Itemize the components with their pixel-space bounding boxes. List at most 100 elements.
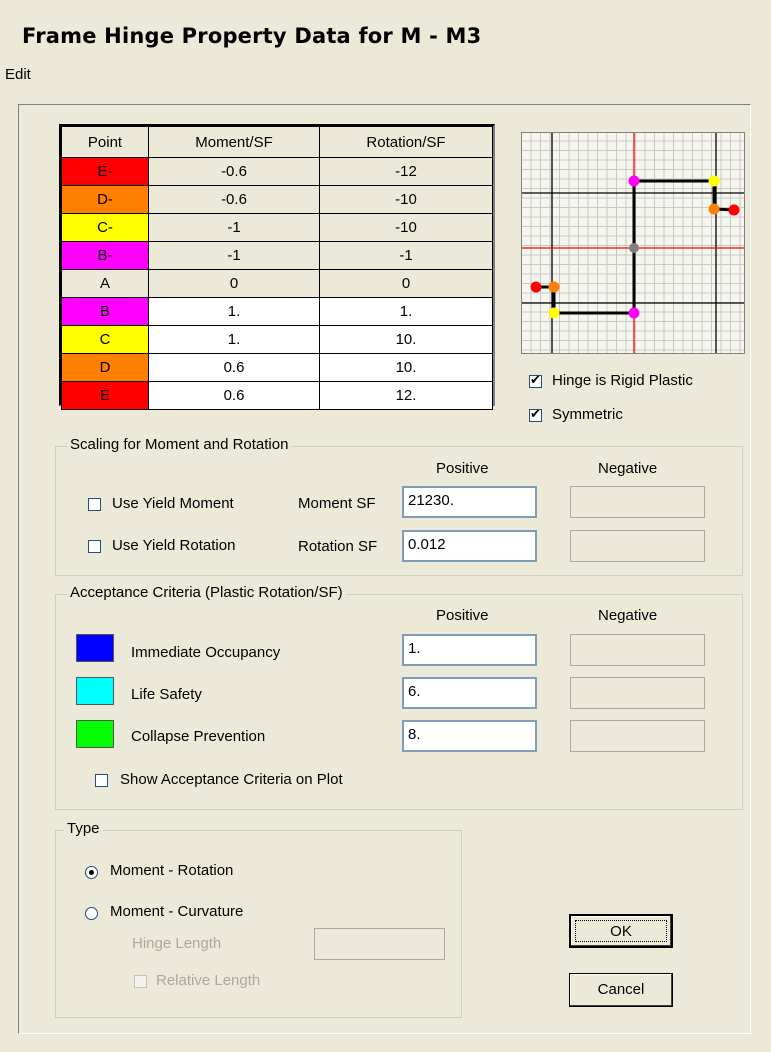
table-row[interactable]: C- -1 -10 [61, 213, 493, 242]
moment-cell[interactable]: -0.6 [148, 157, 320, 186]
point-cell[interactable]: B [61, 297, 149, 326]
point-d [708, 203, 720, 215]
moment-sf-negative-field [570, 486, 705, 518]
moment-cell[interactable]: -1 [148, 213, 320, 242]
rotation-sf-field[interactable]: 0.012 [402, 530, 537, 562]
rotation-sf-negative-field [570, 530, 705, 562]
hinge-points-table[interactable]: Point Moment/SF Rotation/SF E- -0.6 -12 D- -… [59, 124, 495, 410]
life-safety-field[interactable]: 6. [402, 677, 537, 709]
relative-length-label: Relative Length [156, 972, 261, 989]
table-row[interactable]: E 0.6 12. [61, 381, 493, 410]
moment-cell[interactable]: 1. [148, 325, 320, 354]
acceptance-group-title: Acceptance Criteria (Plastic Rotation/SF… [67, 584, 346, 601]
show-acceptance-checkbox[interactable] [95, 774, 108, 787]
table-row[interactable]: B 1. 1. [61, 297, 493, 326]
type-group-title: Type [64, 820, 103, 837]
moment-curvature-radio[interactable] [85, 907, 98, 920]
hinge-plot [521, 132, 745, 354]
point-e-neg [530, 281, 542, 293]
rotation-cell[interactable]: 12. [319, 381, 493, 410]
immediate-occupancy-color-swatch[interactable] [76, 634, 114, 662]
point-cell[interactable]: E [61, 381, 149, 410]
relative-length-checkbox [134, 975, 147, 988]
immediate-occupancy-negative-field [570, 634, 705, 666]
rotation-cell[interactable]: -1 [319, 241, 493, 270]
rotation-cell[interactable]: -12 [319, 157, 493, 186]
scaling-positive-header: Positive [436, 460, 489, 477]
symmetric-label: Symmetric [552, 406, 623, 423]
header-rotation: Rotation/SF [319, 126, 493, 158]
scaling-negative-header: Negative [598, 460, 658, 477]
point-c [708, 175, 720, 187]
point-d-neg [548, 281, 560, 293]
rotation-cell[interactable]: -10 [319, 213, 493, 242]
life-safety-label: Life Safety [131, 686, 202, 703]
show-acceptance-label: Show Acceptance Criteria on Plot [120, 771, 343, 788]
menu-bar [0, 58, 771, 92]
symmetric-checkbox[interactable] [529, 406, 542, 422]
life-safety-color-swatch[interactable] [76, 677, 114, 705]
point-cell[interactable]: A [61, 269, 149, 298]
table-row[interactable]: A00 [61, 269, 493, 298]
rigid-plastic-checkbox[interactable] [529, 372, 542, 388]
immediate-occupancy-field[interactable]: 1. [402, 634, 537, 666]
rotation-cell[interactable]: -10 [319, 185, 493, 214]
table-row[interactable]: D 0.6 10. [61, 353, 493, 382]
rotation-cell[interactable]: 10. [319, 325, 493, 354]
point-c-neg [548, 307, 560, 319]
point-cell[interactable]: C- [61, 213, 149, 242]
hinge-length-field [314, 928, 445, 960]
hinge-length-label: Hinge Length [132, 935, 222, 952]
window-title: Frame Hinge Property Data for M - M3 [22, 24, 482, 48]
point-cell[interactable]: D [61, 353, 149, 382]
moment-rotation-radio[interactable] [85, 866, 98, 879]
acceptance-positive-header: Positive [436, 607, 489, 624]
moment-sf-field[interactable]: 21230. [402, 486, 537, 518]
rotation-cell[interactable]: 10. [319, 353, 493, 382]
moment-cell[interactable]: -0.6 [148, 185, 320, 214]
ok-button[interactable]: OK [569, 914, 673, 948]
moment-curvature-label: Moment - Curvature [110, 903, 244, 920]
point-a [629, 243, 639, 253]
use-yield-rotation-checkbox[interactable] [88, 540, 101, 553]
collapse-prevention-negative-field [570, 720, 705, 752]
rigid-plastic-label: Hinge is Rigid Plastic [552, 372, 693, 389]
table-row[interactable]: E- -0.6 -12 [61, 157, 493, 186]
table-row[interactable]: B- -1 -1 [61, 241, 493, 270]
cancel-button[interactable]: Cancel [569, 973, 673, 1007]
ok-button-focus [575, 920, 667, 942]
menu-edit[interactable]: Edit [5, 66, 31, 83]
point-e [728, 204, 740, 216]
moment-cell[interactable]: 1. [148, 297, 320, 326]
moment-cell[interactable]: -1 [148, 241, 320, 270]
moment-sf-label: Moment SF [298, 495, 376, 512]
point-b-neg [628, 307, 640, 319]
point-cell[interactable]: B- [61, 241, 149, 270]
header-point: Point [61, 126, 149, 158]
use-yield-rotation-label: Use Yield Rotation [112, 537, 236, 554]
use-yield-moment-checkbox[interactable] [88, 498, 101, 511]
moment-rotation-label: Moment - Rotation [110, 862, 234, 879]
moment-cell[interactable]: 0.6 [148, 353, 320, 382]
collapse-prevention-color-swatch[interactable] [76, 720, 114, 748]
type-group [55, 830, 462, 1018]
header-moment: Moment/SF [148, 126, 320, 158]
scaling-group-title: Scaling for Moment and Rotation [67, 436, 292, 453]
point-cell[interactable]: E- [61, 157, 149, 186]
life-safety-negative-field [570, 677, 705, 709]
use-yield-moment-label: Use Yield Moment [112, 495, 234, 512]
table-row[interactable]: C 1. 10. [61, 325, 493, 354]
rotation-cell[interactable]: 0 [319, 269, 493, 298]
point-b [628, 175, 640, 187]
table-row[interactable]: D- -0.6 -10 [61, 185, 493, 214]
point-cell[interactable]: C [61, 325, 149, 354]
rotation-cell[interactable]: 1. [319, 297, 493, 326]
moment-cell[interactable]: 0 [148, 269, 320, 298]
point-cell[interactable]: D- [61, 185, 149, 214]
rotation-sf-label: Rotation SF [298, 538, 378, 555]
moment-cell[interactable]: 0.6 [148, 381, 320, 410]
acceptance-negative-header: Negative [598, 607, 658, 624]
collapse-prevention-field[interactable]: 8. [402, 720, 537, 752]
collapse-prevention-label: Collapse Prevention [131, 728, 266, 745]
immediate-occupancy-label: Immediate Occupancy [131, 644, 281, 661]
